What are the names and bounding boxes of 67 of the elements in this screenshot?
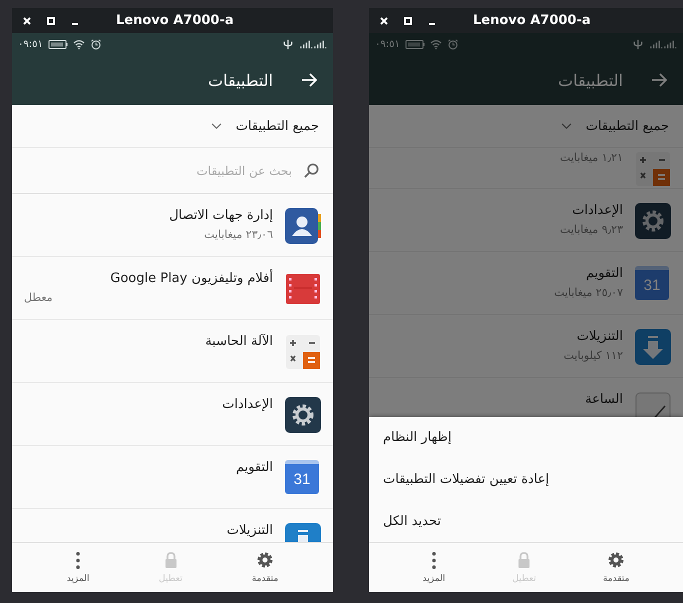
chevron-down-icon[interactable]	[210, 122, 222, 130]
app-name: الإعدادات	[222, 397, 273, 412]
chevron-down-icon[interactable]	[560, 122, 572, 130]
search-icon	[304, 163, 319, 178]
window-title: Lenovo A7000-a	[473, 13, 591, 28]
calendar-icon: 31	[635, 266, 669, 300]
app-list-item[interactable]: الآلة الحاسبة	[12, 320, 333, 383]
signal-icon	[649, 38, 677, 50]
back-arrow-icon[interactable]	[301, 73, 317, 87]
battery-icon	[404, 38, 425, 50]
bottom-bar-button[interactable]: متقدمة	[602, 551, 630, 584]
contact-book-icon	[285, 208, 321, 244]
app-name: الآلة الحاسبة	[205, 334, 273, 349]
app-name: التقويم	[236, 460, 273, 475]
app-name: الإعدادات	[572, 203, 623, 218]
calendar-icon: 31	[285, 460, 319, 494]
maximize-icon[interactable]	[403, 16, 413, 26]
app-name: التنزيلات	[226, 523, 273, 538]
status-time: ٠٩:٥١	[18, 38, 43, 50]
gear-icon	[285, 397, 321, 433]
gear-icon	[635, 203, 671, 239]
wifi-icon	[430, 38, 442, 50]
app-name: الساعة	[585, 392, 623, 407]
film-strip-icon	[285, 271, 321, 307]
app-size: ٢٥٫٠٧ ميغابايت	[554, 286, 623, 299]
signal-icon	[299, 38, 327, 50]
gear-icon	[256, 551, 274, 569]
app-list-item[interactable]: التنزيلات ١١٢ كيلوبايت	[369, 315, 683, 378]
app-size: ٩٫٢٣ ميغابايت	[560, 223, 623, 236]
menu-item[interactable]: تحديد الكل	[369, 500, 683, 542]
app-name: التنزيلات	[576, 329, 623, 344]
more-vertical-icon	[432, 552, 436, 568]
menu-item[interactable]: إعادة تعيين تفضيلات التطبيقات	[369, 458, 683, 500]
filter-dropdown[interactable]: جميع التطبيقات	[236, 118, 319, 134]
bottom-bar-button[interactable]: المزيد	[66, 552, 90, 584]
app-list-item[interactable]: أفلام وتليفزيون Google Play معطل	[12, 257, 333, 320]
gear-icon	[607, 551, 626, 569]
app-name: إدارة جهات الاتصال	[169, 208, 273, 223]
close-icon[interactable]	[379, 16, 389, 26]
battery-icon	[48, 38, 68, 50]
app-size: ١١٢ كيلوبايت	[564, 349, 623, 362]
app-name: التقويم	[586, 266, 623, 281]
maximize-icon[interactable]	[46, 16, 56, 26]
app-list-item[interactable]: الإعدادات	[12, 383, 333, 446]
usb-icon	[632, 38, 644, 50]
window-title: Lenovo A7000-a	[116, 13, 234, 28]
more-vertical-icon	[76, 552, 80, 568]
alarm-clock-icon	[446, 38, 459, 50]
calculator-icon	[285, 334, 321, 370]
close-icon[interactable]	[22, 16, 32, 26]
app-bar-title: التطبيقات	[208, 70, 273, 90]
app-list-item[interactable]: الإعدادات ٩٫٢٣ ميغابايت	[369, 189, 683, 252]
app-list-item[interactable]: إدارة جهات الاتصال ٢٣٫٠٦ ميغابايت	[12, 194, 333, 257]
bottom-bar-button[interactable]: متقدمة	[252, 551, 278, 584]
alarm-clock-icon	[90, 38, 102, 50]
bottom-bar-button[interactable]: المزيد	[422, 552, 446, 584]
usb-icon	[282, 38, 294, 50]
app-bar-title: التطبيقات	[558, 70, 623, 90]
calculator-icon	[635, 151, 671, 187]
app-size: ١٫٢١ ميغابايت	[560, 151, 623, 164]
search-field[interactable]: بحث عن التطبيقات	[26, 162, 294, 178]
app-name: أفلام وتليفزيون Google Play	[110, 271, 273, 286]
app-size: ٢٣٫٠٦ ميغابايت	[204, 228, 273, 241]
status-time: ٠٩:٥١	[375, 38, 400, 50]
filter-dropdown[interactable]: جميع التطبيقات	[586, 118, 669, 134]
app-status: معطل	[24, 291, 53, 304]
wifi-icon	[72, 38, 85, 50]
